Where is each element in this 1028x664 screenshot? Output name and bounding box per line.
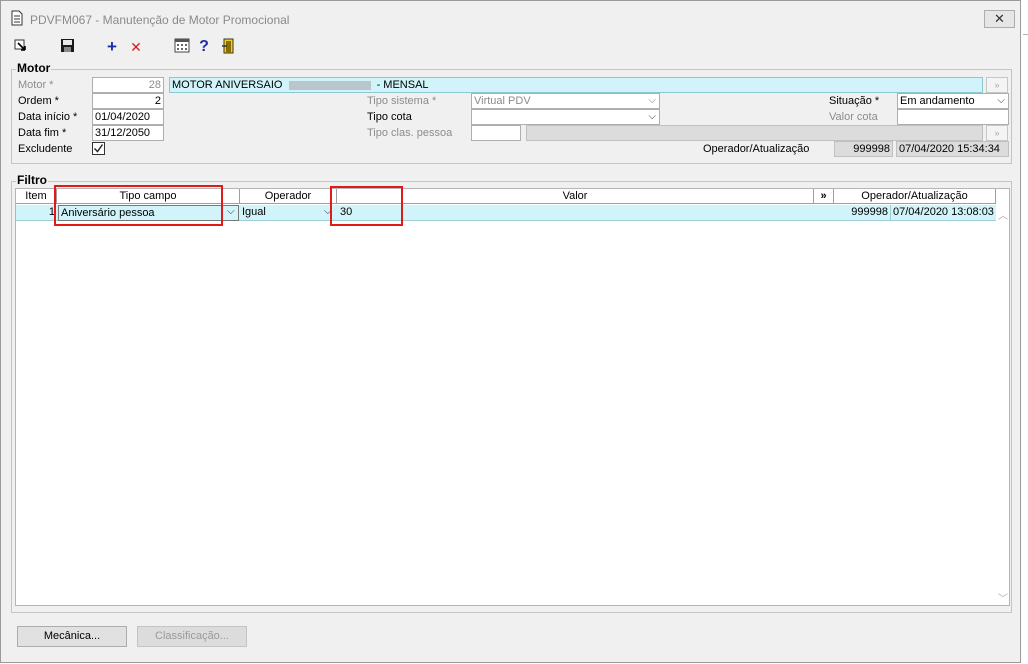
add-icon[interactable]: + [102,38,122,56]
excludente-checkbox[interactable] [92,142,105,155]
tipo-cota-label: Tipo cota [367,111,412,123]
scroll-up-icon[interactable]: ︿ [998,207,1008,222]
tipo-clas-pessoa-name-field [526,125,983,141]
cell-item: 1 [48,206,55,218]
situacao-label: Situação * [829,95,880,107]
excludente-label: Excludente [18,143,73,155]
column-header-operador-atualizacao[interactable]: Operador/Atualização [834,189,996,204]
exit-door-icon[interactable] [219,38,239,56]
operador-atualizacao-label: Operador/Atualização [703,143,810,155]
data-inicio-field[interactable]: 01/04/2020 [92,109,164,125]
highlight-valor [330,186,403,226]
close-button[interactable]: ✕ [984,10,1015,28]
tipo-cota-select[interactable]: ⌵ [471,109,660,125]
situacao-value: Em andamento [900,95,975,107]
classificacao-button[interactable]: Classificação... [137,626,247,647]
motor-lookup-icon[interactable]: » [986,77,1008,93]
highlight-tipo-campo [54,185,223,226]
cell-atualizacao: 07/04/2020 13:08:03 [890,205,996,221]
operador-id-field: 999998 [834,141,893,157]
checkmark-icon [94,144,104,153]
data-fim-field[interactable]: 31/12/2050 [92,125,164,141]
column-header-operador[interactable]: Operador [240,189,337,204]
back-arrow-icon[interactable] [10,38,30,56]
tipo-sistema-select[interactable]: Virtual PDV ⌵ [471,93,660,109]
chevron-down-icon: ⌵ [648,95,656,106]
motor-group-title: Motor [16,61,52,75]
filtro-grid [15,188,1010,606]
cell-operador-id: 999998 [851,206,888,218]
tipo-sistema-label: Tipo sistema * [367,95,437,107]
motor-label: Motor * [18,79,54,91]
cell-operador[interactable]: Igual [241,205,326,221]
calendar-icon[interactable] [172,38,192,56]
window-title: PDVFM067 - Manutenção de Motor Promocion… [30,13,290,27]
valor-cota-field[interactable] [897,109,1009,125]
data-fim-label: Data fim * [18,127,67,139]
save-icon[interactable] [57,38,77,56]
redacted-text [288,80,371,90]
chevron-down-icon[interactable]: ⌵ [227,206,235,217]
atualizacao-field: 07/04/2020 15:34:34 [896,141,1009,157]
column-header-valor[interactable]: Valor [337,189,814,204]
tipo-sistema-value: Virtual PDV [474,95,531,107]
mecanica-button[interactable]: Mecânica... [17,626,127,647]
chevron-down-icon: ⌵ [648,111,656,122]
filtro-group-title: Filtro [16,173,48,187]
motor-number-field[interactable]: 28 [92,77,164,93]
column-header-item[interactable]: Item [16,189,57,204]
delete-icon[interactable]: ✕ [126,38,146,56]
ordem-label: Ordem * [18,95,59,107]
tipo-clas-lookup-icon[interactable]: » [986,125,1008,141]
chevron-down-icon: ⌵ [997,95,1005,106]
column-header-expand[interactable]: » [814,189,834,204]
tipo-clas-pessoa-label: Tipo clas. pessoa [367,127,453,139]
tipo-clas-pessoa-code-field[interactable] [471,125,521,141]
motor-name-prefix: MOTOR ANIVERSAIO [172,79,283,91]
document-icon [10,10,24,26]
data-inicio-label: Data início * [18,111,78,123]
background-window-edge [1021,0,1028,664]
cell-valor[interactable]: 30 [339,205,813,221]
motor-name-field[interactable]: MOTOR ANIVERSAIO - MENSAL [169,77,983,93]
motor-name-suffix: - MENSAL [376,79,429,91]
scroll-down-icon[interactable]: ﹀ [998,590,1008,605]
situacao-select[interactable]: Em andamento ⌵ [897,93,1009,109]
vertical-scrollbar[interactable] [996,205,1009,605]
ordem-field[interactable]: 2 [92,93,164,109]
valor-cota-label: Valor cota [829,111,878,123]
help-icon[interactable]: ? [194,38,214,56]
